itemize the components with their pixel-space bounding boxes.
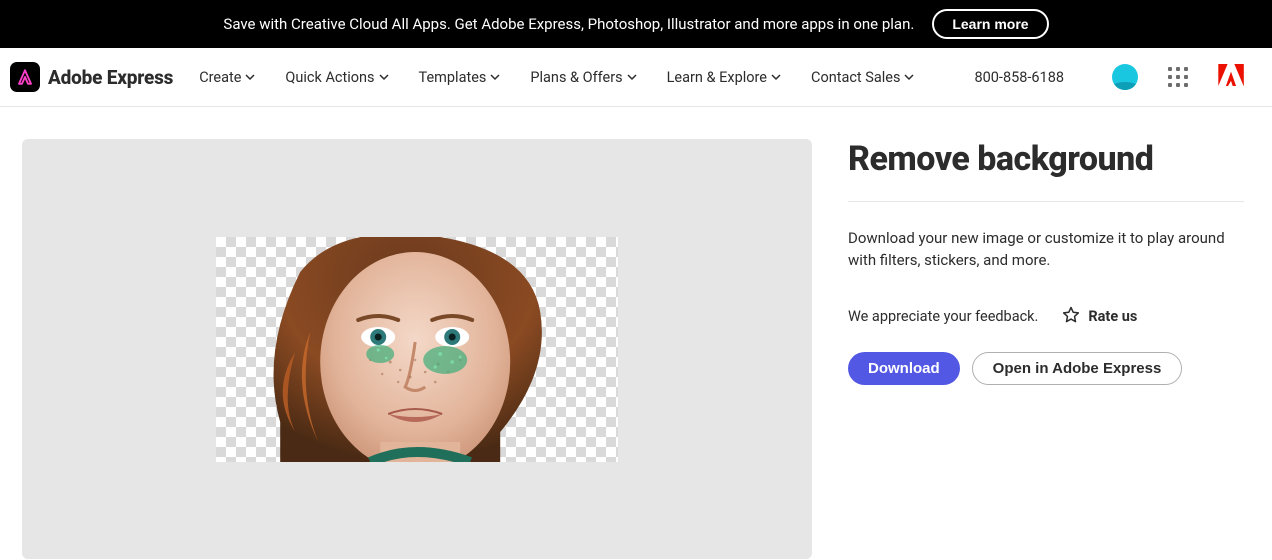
nav-item-contact-sales[interactable]: Contact Sales — [811, 69, 914, 86]
nav-bar: Adobe Express Create Quick Actions Templ… — [0, 48, 1272, 107]
download-button[interactable]: Download — [848, 352, 960, 385]
adobe-logo-icon[interactable] — [1218, 64, 1244, 90]
star-icon — [1062, 306, 1080, 328]
nav-item-create[interactable]: Create — [199, 69, 255, 86]
promo-bar: Save with Creative Cloud All Apps. Get A… — [0, 0, 1272, 48]
chevron-down-icon — [490, 72, 500, 82]
divider — [848, 201, 1244, 202]
subject-cutout-image — [240, 237, 580, 462]
nav-right — [1112, 64, 1262, 90]
feedback-prompt: We appreciate your feedback. — [848, 308, 1038, 325]
brand-name: Adobe Express — [48, 66, 173, 89]
nav-item-templates[interactable]: Templates — [419, 69, 501, 86]
feedback-row: We appreciate your feedback. Rate us — [848, 306, 1244, 328]
app-switcher-icon[interactable] — [1168, 67, 1188, 87]
chevron-down-icon — [245, 72, 255, 82]
side-panel: Remove background Download your new imag… — [848, 139, 1244, 559]
promo-text: Save with Creative Cloud All Apps. Get A… — [223, 15, 914, 33]
nav-item-quick-actions[interactable]: Quick Actions — [285, 69, 388, 86]
chevron-down-icon — [379, 72, 389, 82]
nav-item-plans-offers[interactable]: Plans & Offers — [530, 69, 636, 86]
main-content: Remove background Download your new imag… — [0, 107, 1272, 559]
action-row: Download Open in Adobe Express — [848, 352, 1244, 385]
transparency-checkerboard — [216, 237, 618, 462]
brand-home[interactable]: Adobe Express — [10, 62, 173, 92]
avatar[interactable] — [1112, 64, 1138, 90]
rate-us-button[interactable]: Rate us — [1062, 306, 1137, 328]
page-description: Download your new image or customize it … — [848, 228, 1244, 272]
page-title: Remove background — [848, 139, 1244, 179]
chevron-down-icon — [904, 72, 914, 82]
contact-phone: 800-858-6188 — [974, 69, 1064, 86]
rate-us-label: Rate us — [1088, 308, 1137, 325]
image-preview-panel — [22, 139, 812, 559]
chevron-down-icon — [771, 72, 781, 82]
open-in-express-button[interactable]: Open in Adobe Express — [972, 352, 1183, 385]
chevron-down-icon — [627, 72, 637, 82]
nav-item-learn-explore[interactable]: Learn & Explore — [667, 69, 781, 86]
nav-menu: Create Quick Actions Templates Plans & O… — [199, 69, 1064, 86]
adobe-express-logo-icon — [10, 62, 40, 92]
learn-more-button[interactable]: Learn more — [932, 9, 1048, 39]
